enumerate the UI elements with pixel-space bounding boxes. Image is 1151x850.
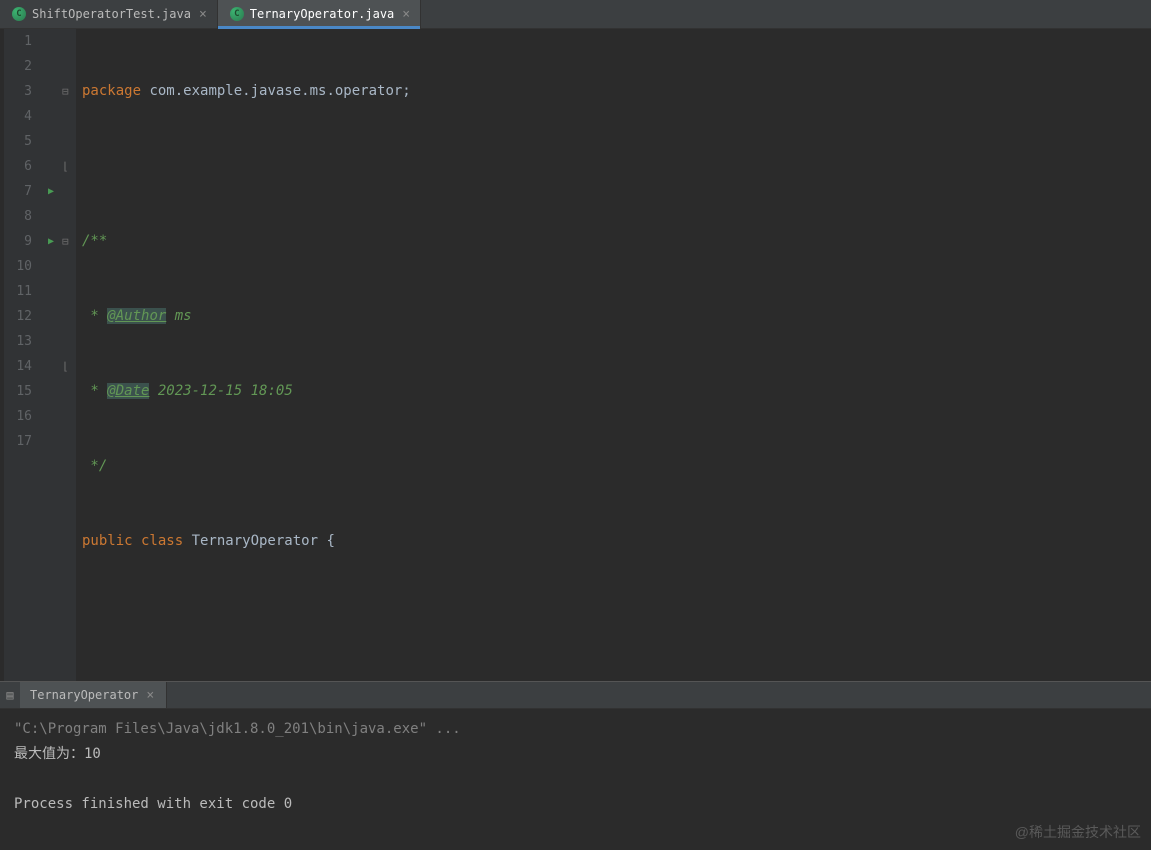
fold-column: ⊟ ⌊ ⊟ ⌊ <box>62 29 76 681</box>
line-number: 14 <box>4 354 32 379</box>
line-number: 10 <box>4 254 32 279</box>
line-number: 4 <box>4 104 32 129</box>
tab-shiftoperatortest[interactable]: ShiftOperatorTest.java × <box>0 0 218 28</box>
line-number: 9 <box>4 229 32 254</box>
tab-label: TernaryOperator.java <box>250 7 395 21</box>
watermark: @稀土掘金技术社区 <box>1015 822 1141 842</box>
line-number: 17 <box>4 429 32 454</box>
console-line: 最大值为：10 <box>14 746 101 762</box>
console-command: "C:\Program Files\Java\jdk1.8.0_201\bin\… <box>14 721 461 737</box>
editor-tabs-bar: ShiftOperatorTest.java × TernaryOperator… <box>0 0 1151 29</box>
line-number: 5 <box>4 129 32 154</box>
run-gutter-icon[interactable]: ▶ <box>40 229 62 254</box>
line-number: 1 <box>4 29 32 54</box>
run-tabs-bar: ▤ TernaryOperator × <box>0 682 1151 709</box>
line-number: 11 <box>4 279 32 304</box>
close-icon[interactable]: × <box>400 7 412 22</box>
run-tab-label: TernaryOperator <box>30 688 138 702</box>
line-number: 3 <box>4 79 32 104</box>
fold-end-icon[interactable]: ⌊ <box>62 154 76 179</box>
line-number: 2 <box>4 54 32 79</box>
line-number: 15 <box>4 379 32 404</box>
line-number: 12 <box>4 304 32 329</box>
line-number: 8 <box>4 204 32 229</box>
line-number: 6 <box>4 154 32 179</box>
close-icon[interactable]: × <box>197 7 209 22</box>
line-number-gutter: 1 2 3 4 5 6 7 8 9 10 11 12 13 14 15 16 1… <box>4 29 40 681</box>
tab-label: ShiftOperatorTest.java <box>32 7 191 21</box>
editor-area: 1 2 3 4 5 6 7 8 9 10 11 12 13 14 15 16 1… <box>0 29 1151 681</box>
run-gutter-icon[interactable]: ▶ <box>40 179 62 204</box>
fold-icon[interactable]: ⊟ <box>62 79 76 104</box>
run-panel: ▤ TernaryOperator × "C:\Program Files\Ja… <box>0 681 1151 850</box>
line-number: 16 <box>4 404 32 429</box>
console-output[interactable]: "C:\Program Files\Java\jdk1.8.0_201\bin\… <box>0 709 1151 850</box>
fold-icon[interactable]: ⊟ <box>62 229 76 254</box>
run-tab-ternaryoperator[interactable]: TernaryOperator × <box>20 682 167 708</box>
run-panel-icon[interactable]: ▤ <box>0 682 20 708</box>
close-icon[interactable]: × <box>144 688 156 703</box>
fold-end-icon[interactable]: ⌊ <box>62 354 76 379</box>
code-editor[interactable]: package com.example.javase.ms.operator; … <box>76 29 1151 681</box>
tab-ternaryoperator[interactable]: TernaryOperator.java × <box>218 0 421 28</box>
java-class-icon <box>12 7 26 21</box>
line-number: 7 <box>4 179 32 204</box>
java-class-icon <box>230 7 244 21</box>
gutter-icons: ▶ ▶ <box>40 29 62 681</box>
line-number: 13 <box>4 329 32 354</box>
console-line: Process finished with exit code 0 <box>14 796 292 812</box>
